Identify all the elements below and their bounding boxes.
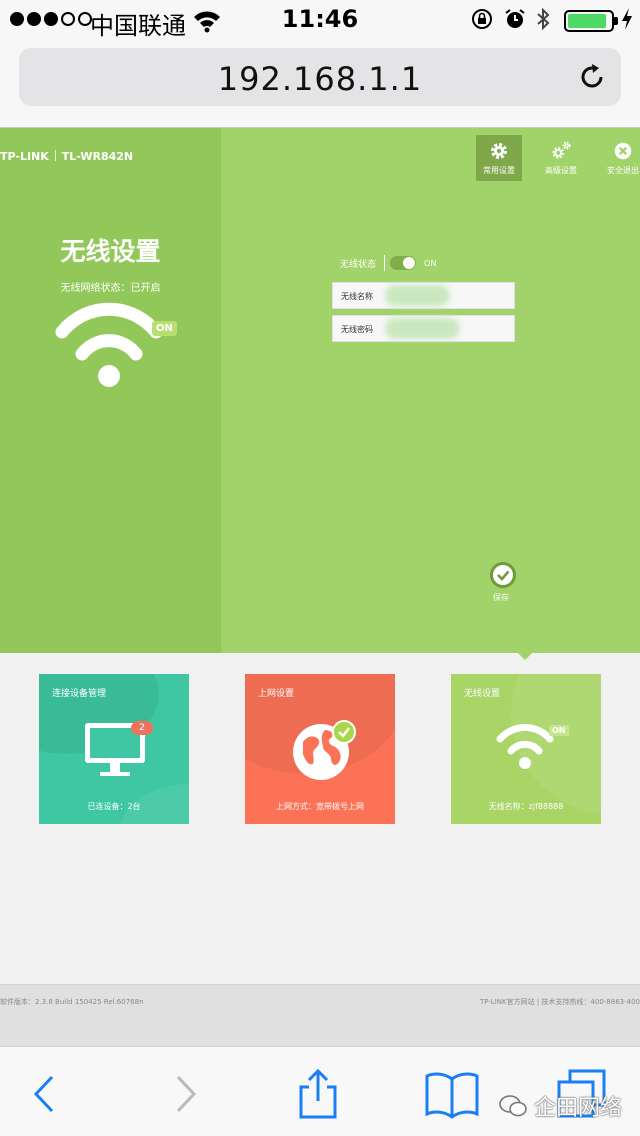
save-label[interactable]: 保存 [493, 592, 509, 603]
tile-title: 上网设置 [258, 689, 295, 699]
gears-icon [552, 141, 571, 159]
nav-label: 安全退出 [607, 166, 639, 175]
router-page: TP-LINK TL-WR842N 无线设置 无线网络状态：已开启 ON 常用设置 [0, 128, 640, 653]
share-icon[interactable] [293, 1069, 343, 1119]
active-indicator-caret [518, 653, 532, 660]
close-circle-icon [614, 142, 632, 160]
nav-logout[interactable]: 安全退出 [600, 135, 640, 181]
wireless-status-text: 无线网络状态：已开启 [60, 283, 161, 294]
tile-connected-devices[interactable]: 连接设备管理 2 已连设备：2台 [39, 674, 189, 824]
device-count-badge: 2 [131, 721, 153, 735]
panel-title: 无线设置 [60, 237, 161, 266]
wifi-on-badge: ON [549, 725, 569, 736]
wireless-status-row: 无线状态 ON [340, 255, 436, 271]
brand-name: TP-LINK [0, 150, 49, 163]
ssid-field[interactable]: 无线名称 [332, 282, 515, 309]
brand: TP-LINK TL-WR842N [0, 150, 133, 163]
ssid-value-redacted[interactable] [385, 285, 450, 306]
save-button[interactable] [490, 562, 516, 588]
wifi-icon [496, 724, 554, 769]
tile-footer: 无线名称：zjf88888 [488, 802, 564, 811]
wifi-on-badge: ON [152, 321, 177, 336]
alarm-icon [505, 9, 525, 28]
url-field[interactable]: 192.168.1.1 [19, 48, 621, 106]
tile-title: 连接设备管理 [52, 689, 107, 699]
nav-common-settings[interactable]: 常用设置 [476, 135, 522, 181]
charging-icon [622, 8, 632, 30]
left-panel: TP-LINK TL-WR842N 无线设置 无线网络状态：已开启 ON [0, 128, 221, 653]
password-label: 无线密码 [341, 325, 373, 334]
nav-label: 高级设置 [545, 166, 577, 175]
globe-icon [293, 720, 356, 780]
support-info[interactable]: TP-LINK官方网站 | 技术支持热线：400-8863-400 [480, 997, 640, 1007]
status-bar: 中国联通 11:46 [0, 0, 640, 40]
watermark-text: 企田网络 [533, 1096, 622, 1121]
address-bar: 192.168.1.1 [0, 40, 640, 128]
tile-title: 无线设置 [464, 689, 501, 699]
wechat-icon [499, 1095, 527, 1117]
tile-internet-settings[interactable]: 上网设置 上网方式：宽带拨号上网 [245, 674, 395, 824]
wireless-toggle[interactable] [390, 256, 417, 270]
toggle-state: ON [424, 258, 437, 268]
ssid-label: 无线名称 [341, 292, 373, 301]
back-icon[interactable] [22, 1069, 72, 1119]
tile-wireless-settings[interactable]: 无线设置 ON 无线名称：zjf88888 [451, 674, 601, 824]
nav-label: 常用设置 [483, 166, 515, 175]
wifi-icon [55, 302, 163, 387]
battery-icon [564, 10, 618, 32]
password-field[interactable]: 无线密码 [332, 315, 515, 342]
tile-footer: 上网方式：宽带拨号上网 [276, 802, 364, 811]
bluetooth-icon [537, 7, 550, 31]
firmware-version: 软件版本：2.3.8 Build 150425 Rel.60768n [0, 998, 144, 1006]
status-label: 无线状态 [340, 259, 377, 270]
top-navigation: 常用设置 高级设置 安全退出 [476, 135, 640, 181]
bookmarks-icon[interactable] [424, 1069, 480, 1119]
tile-footer: 已连设备：2台 [87, 802, 141, 811]
url-text[interactable]: 192.168.1.1 [19, 60, 621, 98]
nav-advanced-settings[interactable]: 高级设置 [538, 135, 584, 181]
gear-icon [490, 142, 508, 160]
watermark: 企田网络 [498, 1090, 622, 1122]
orientation-lock-icon [472, 9, 492, 29]
reload-icon[interactable] [577, 62, 607, 92]
model-name: TL-WR842N [61, 150, 134, 163]
forward-icon[interactable] [160, 1069, 210, 1119]
page-footer: 软件版本：2.3.8 Build 150425 Rel.60768n TP-LI… [0, 984, 640, 1046]
password-value-redacted[interactable] [385, 318, 460, 339]
